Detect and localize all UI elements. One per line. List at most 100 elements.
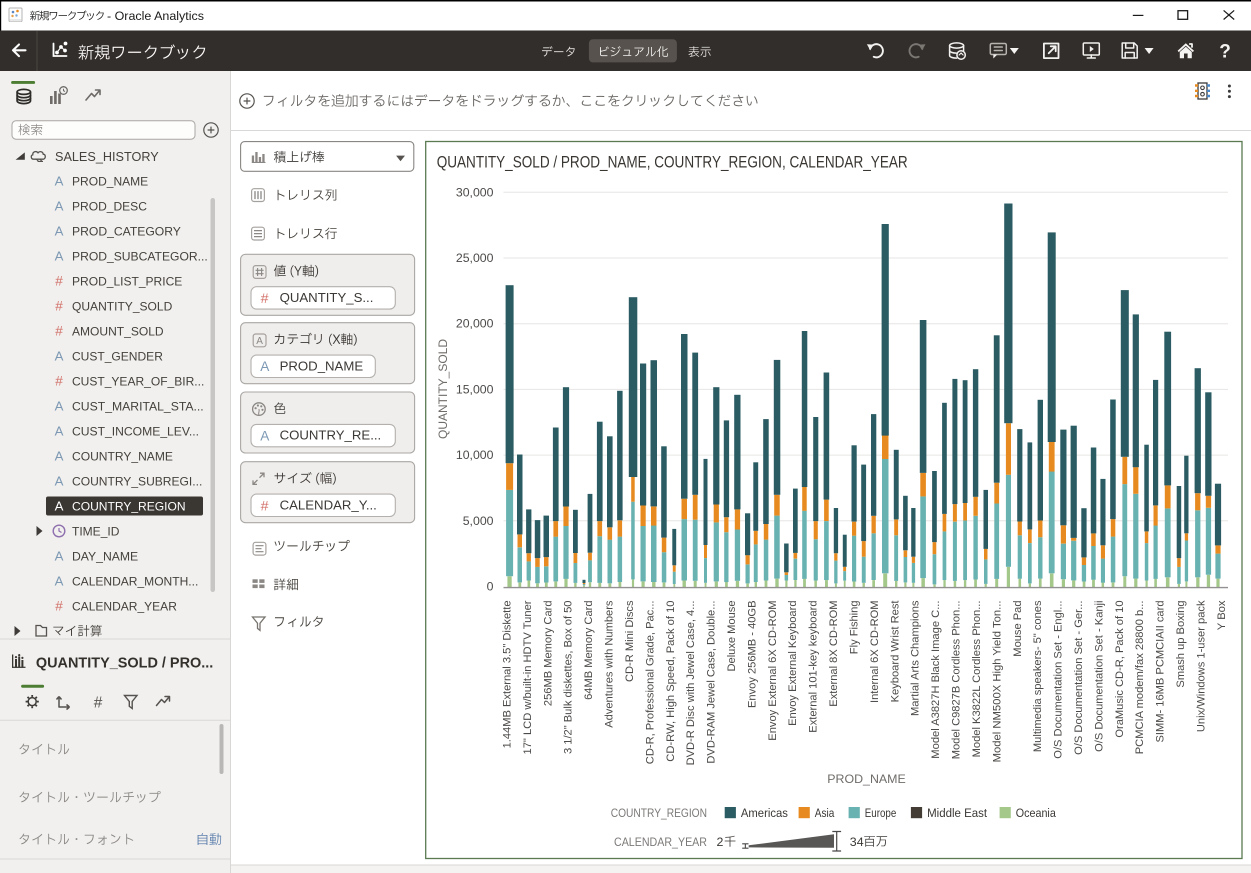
svg-text:?: ? — [1219, 42, 1231, 63]
svg-text:A: A — [260, 359, 270, 374]
svg-text:Unix/Windows 1-user pack: Unix/Windows 1-user pack — [1195, 600, 1207, 732]
svg-text:CD-R Mini Discs: CD-R Mini Discs — [624, 600, 636, 682]
svg-text:A: A — [256, 336, 263, 347]
svg-text:PROD_NAME: PROD_NAME — [280, 358, 364, 373]
svg-text:#: # — [261, 291, 269, 307]
svg-text:DVD-RAM Jewel Case, Double...: DVD-RAM Jewel Case, Double... — [706, 601, 718, 764]
svg-text:A: A — [260, 428, 270, 443]
svg-text:CALENDAR_MONTH...: CALENDAR_MONTH... — [72, 574, 198, 588]
svg-text:A: A — [55, 224, 64, 239]
svg-text:SALES_HISTORY: SALES_HISTORY — [55, 149, 159, 164]
svg-text:25,000: 25,000 — [456, 251, 494, 265]
svg-text:5,000: 5,000 — [463, 514, 494, 528]
svg-text:PROD_LIST_PRICE: PROD_LIST_PRICE — [72, 274, 182, 288]
svg-text:QUANTITY_SOLD: QUANTITY_SOLD — [72, 299, 172, 313]
svg-text:17" LCD w/built-in HDTV Tuner: 17" LCD w/built-in HDTV Tuner — [522, 600, 534, 754]
svg-text:Multimedia speakers- 5" cones: Multimedia speakers- 5" cones — [1032, 600, 1044, 752]
svg-text:A: A — [55, 474, 64, 489]
svg-text:A: A — [55, 549, 64, 564]
svg-text:PROD_DESC: PROD_DESC — [72, 199, 147, 213]
svg-text:A: A — [55, 499, 64, 514]
svg-text:30,000: 30,000 — [456, 185, 494, 199]
svg-text:PROD_CATEGORY: PROD_CATEGORY — [72, 224, 181, 238]
svg-text:CALENDAR_Y...: CALENDAR_Y... — [280, 497, 377, 512]
svg-text:Envoy External Keyboard: Envoy External Keyboard — [787, 601, 799, 726]
svg-text:OraMusic CD-R, Pack of 10: OraMusic CD-R, Pack of 10 — [1114, 601, 1126, 738]
svg-text:COUNTRY_REGION: COUNTRY_REGION — [611, 806, 707, 820]
svg-text:COUNTRY_RE...: COUNTRY_RE... — [280, 428, 382, 443]
svg-text:CUST_GENDER: CUST_GENDER — [72, 349, 163, 363]
svg-text:A: A — [55, 174, 64, 189]
svg-text:64MB Memory Card: 64MB Memory Card — [583, 601, 595, 700]
svg-text:#: # — [55, 274, 63, 289]
svg-text:#: # — [55, 599, 63, 614]
svg-text:External 101-key keyboard: External 101-key keyboard — [808, 601, 820, 733]
svg-text:CALENDAR_YEAR: CALENDAR_YEAR — [72, 599, 177, 613]
svg-text:#: # — [55, 374, 63, 389]
svg-text:A: A — [55, 249, 64, 264]
svg-text:- Oracle Analytics: - Oracle Analytics — [107, 9, 204, 23]
svg-text:1.44MB External 3.5" Diskette: 1.44MB External 3.5" Diskette — [502, 601, 514, 749]
svg-text:Europe: Europe — [865, 806, 897, 820]
svg-text:20,000: 20,000 — [456, 317, 494, 331]
svg-text:Middle East: Middle East — [927, 806, 988, 820]
svg-text:2: 2 — [717, 835, 724, 849]
svg-text:Fly Fishing: Fly Fishing — [849, 601, 861, 655]
svg-text:COUNTRY_SUBREGI...: COUNTRY_SUBREGI... — [72, 474, 202, 488]
svg-text:34: 34 — [850, 835, 864, 849]
svg-text:Keyboard Wrist Rest: Keyboard Wrist Rest — [889, 600, 901, 703]
svg-text:QUANTITY_SOLD: QUANTITY_SOLD — [436, 339, 450, 439]
svg-text:O/S Documentation Set - Engl..: O/S Documentation Set - Engl... — [1053, 601, 1065, 759]
svg-text:Model C9827B Cordless Phon...: Model C9827B Cordless Phon... — [951, 601, 963, 760]
svg-text:256MB Memory Card: 256MB Memory Card — [542, 601, 554, 707]
svg-text:CUST_INCOME_LEV...: CUST_INCOME_LEV... — [72, 424, 199, 438]
svg-text:Model A3827H Black Image C...: Model A3827H Black Image C... — [930, 601, 942, 759]
svg-text:TIME_ID: TIME_ID — [72, 524, 119, 538]
svg-text:3 1/2" Bulk diskettes, Box of: 3 1/2" Bulk diskettes, Box of 50 — [563, 601, 575, 755]
svg-text:#: # — [94, 695, 103, 712]
svg-text:Internal 6X CD-ROM: Internal 6X CD-ROM — [869, 601, 881, 704]
svg-text:Model NM500X High Yield Ton...: Model NM500X High Yield Ton... — [991, 601, 1003, 763]
svg-text:A: A — [55, 199, 64, 214]
svg-text:Deluxe Mouse: Deluxe Mouse — [726, 601, 738, 672]
svg-text:Envoy 256MB - 40GB: Envoy 256MB - 40GB — [746, 601, 758, 709]
svg-text:Model K3822L Cordless Phon...: Model K3822L Cordless Phon... — [971, 601, 983, 758]
svg-text:COUNTRY_REGION: COUNTRY_REGION — [72, 499, 186, 513]
svg-text:Martial Arts Champions: Martial Arts Champions — [910, 600, 922, 716]
svg-text:QUANTITY_S...: QUANTITY_S... — [280, 290, 374, 305]
svg-text:SIMM- 16MB PCMCIAII card: SIMM- 16MB PCMCIAII card — [1155, 601, 1167, 743]
svg-text:AMOUNT_SOLD: AMOUNT_SOLD — [72, 324, 164, 338]
svg-text:DAY_NAME: DAY_NAME — [72, 549, 138, 563]
svg-text:O/S Documentation Set - Ger...: O/S Documentation Set - Ger... — [1073, 601, 1085, 755]
svg-text:A: A — [55, 574, 64, 589]
svg-text:Adventures with Numbers: Adventures with Numbers — [604, 600, 616, 728]
svg-text:A: A — [55, 399, 64, 414]
svg-text:CALENDAR_YEAR: CALENDAR_YEAR — [614, 835, 707, 849]
svg-text:A: A — [55, 349, 64, 364]
svg-text:External 8X CD-ROM: External 8X CD-ROM — [828, 601, 840, 707]
svg-text:Y Box: Y Box — [1216, 600, 1228, 630]
svg-text:COUNTRY_NAME: COUNTRY_NAME — [72, 449, 173, 463]
svg-text:Smash up Boxing: Smash up Boxing — [1175, 601, 1187, 688]
svg-text:10,000: 10,000 — [456, 448, 494, 462]
svg-text:Oceania: Oceania — [1016, 806, 1056, 820]
svg-text:#: # — [55, 324, 63, 339]
svg-text:CUST_MARITAL_STA...: CUST_MARITAL_STA... — [72, 399, 204, 413]
svg-text:A: A — [55, 424, 64, 439]
svg-text:QUANTITY_SOLD / PRO...: QUANTITY_SOLD / PRO... — [36, 655, 213, 672]
svg-text:QUANTITY_SOLD / PROD_NAME, COU: QUANTITY_SOLD / PROD_NAME, COUNTRY_REGIO… — [437, 153, 908, 172]
svg-text:DVD-R Disc with Jewel Case, 4.: DVD-R Disc with Jewel Case, 4... — [685, 601, 697, 766]
svg-text:#: # — [55, 299, 63, 314]
svg-text:Americas: Americas — [741, 806, 788, 820]
svg-text:15,000: 15,000 — [456, 382, 494, 396]
svg-text:O/S Documentation Set - Kanji: O/S Documentation Set - Kanji — [1093, 601, 1105, 752]
svg-text:Mouse Pad: Mouse Pad — [1012, 601, 1024, 657]
svg-text:CUST_YEAR_OF_BIR...: CUST_YEAR_OF_BIR... — [72, 374, 204, 388]
svg-text:CD-RW, High Speed, Pack of 10: CD-RW, High Speed, Pack of 10 — [665, 601, 677, 762]
svg-text:PROD_NAME: PROD_NAME — [72, 174, 148, 188]
svg-text:PCMCIA modem/fax 28800 b...: PCMCIA modem/fax 28800 b... — [1134, 601, 1146, 755]
svg-text:PROD_NAME: PROD_NAME — [827, 772, 906, 786]
svg-text:CD-R, Professional Grade, Pac.: CD-R, Professional Grade, Pac... — [644, 601, 656, 765]
svg-text:0: 0 — [487, 580, 494, 594]
svg-text:#: # — [261, 498, 269, 514]
